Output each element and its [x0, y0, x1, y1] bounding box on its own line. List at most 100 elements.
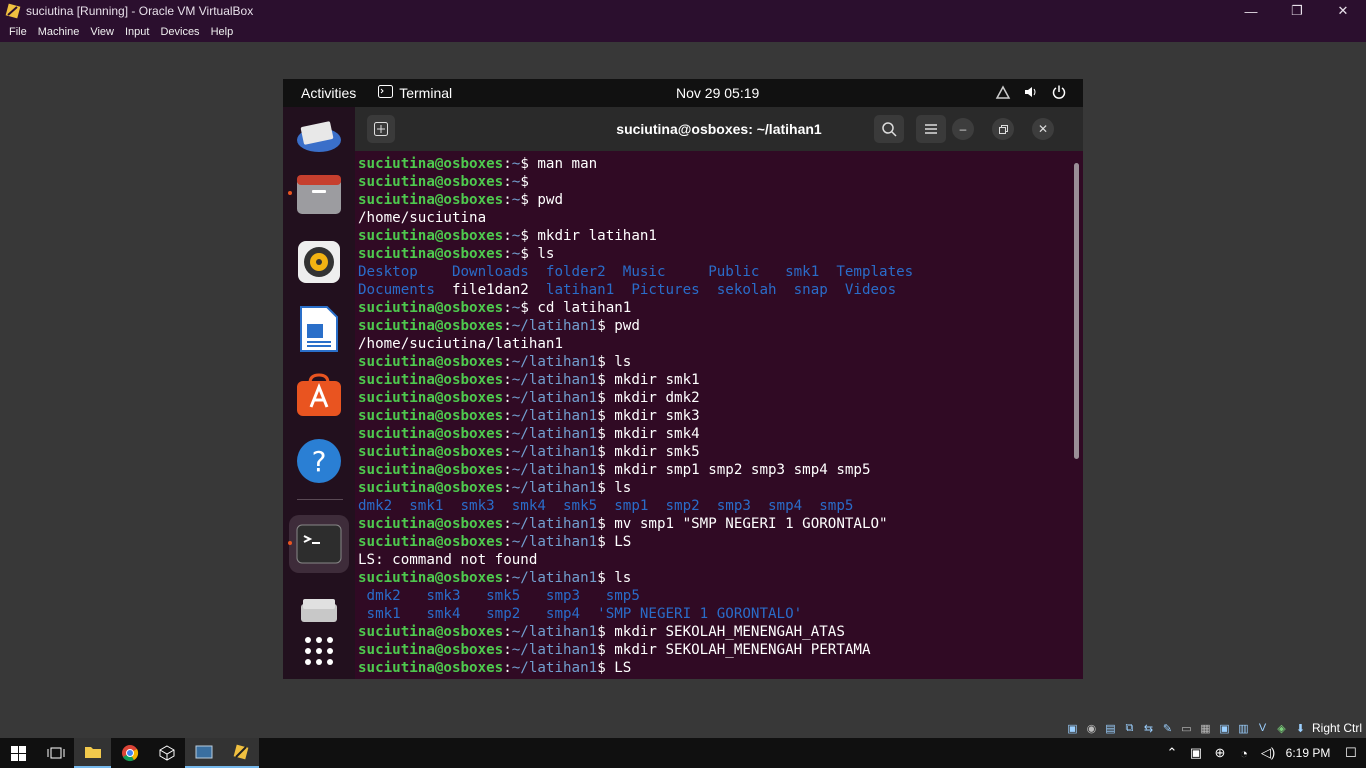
- terminal-window[interactable]: suciutina@osboxes: ~/latihan1 – ✕ suciut…: [355, 107, 1083, 679]
- menu-devices[interactable]: Devices: [155, 26, 204, 38]
- vm-window-icon[interactable]: [185, 738, 222, 768]
- activities-button[interactable]: Activities: [301, 85, 356, 101]
- terminal-text: $ LS: [597, 660, 632, 676]
- optical-drive-icon[interactable]: ◉: [1084, 721, 1099, 736]
- terminal-small-icon: [378, 85, 394, 101]
- help-icon[interactable]: ?: [295, 437, 343, 485]
- close-button[interactable]: ✕: [1320, 0, 1366, 22]
- terminal-text: :: [503, 246, 512, 262]
- 3d-app-icon[interactable]: [148, 738, 185, 768]
- terminal-line: suciutina@osboxes:~$: [358, 173, 1070, 191]
- chevron-up-icon[interactable]: ⌃: [1160, 745, 1184, 761]
- windows-tray: ⌃ ▣ ⊕ ◔ ◁) 6:19 PM ☐: [1160, 738, 1366, 768]
- terminal-maximize-button[interactable]: [992, 118, 1014, 140]
- prompt-user: suciutina@osboxes: [358, 624, 504, 640]
- terminal-text: LS: command not found: [358, 552, 538, 568]
- new-tab-button[interactable]: [367, 115, 395, 143]
- files-icon[interactable]: [295, 171, 343, 219]
- keyboard-capture-icon[interactable]: ⬇: [1293, 721, 1308, 736]
- terminal-line: suciutina@osboxes:~/latihan1$ mkdir SEKO…: [358, 623, 1070, 641]
- vbox-statusbar: ▣ ◉ ▤ ⧉ ⇆ ✎ ▭ ▦ ▣ ▥ V ◈ ⬇ Right Ctrl: [0, 718, 1366, 738]
- vt-x-icon[interactable]: V: [1255, 721, 1270, 736]
- terminal-output[interactable]: suciutina@osboxes:~$ man man suciutina@os…: [358, 155, 1070, 679]
- directory-listing: Documents: [358, 282, 452, 298]
- thunderbird-icon[interactable]: [295, 113, 343, 161]
- prompt-path: ~/latihan1: [511, 462, 598, 478]
- display-icon[interactable]: ▭: [1179, 721, 1194, 736]
- prompt-user: suciutina@osboxes: [358, 246, 504, 262]
- wifi-tray-icon[interactable]: ◔: [1232, 746, 1256, 761]
- search-button[interactable]: [874, 115, 904, 143]
- terminal-line: suciutina@osboxes:~$ man man: [358, 155, 1070, 173]
- clock[interactable]: Nov 29 05:19: [676, 85, 759, 101]
- virtualbox-taskbar-icon[interactable]: [222, 738, 259, 768]
- rhythmbox-icon[interactable]: [295, 238, 343, 286]
- network-adapter-icon[interactable]: ⧉: [1122, 721, 1137, 736]
- prompt-path: ~/latihan1: [511, 660, 598, 676]
- terminal-text: $ ls: [597, 354, 632, 370]
- prompt-user: suciutina@osboxes: [358, 480, 504, 496]
- terminal-text: $ mkdir dmk2: [597, 390, 700, 406]
- terminal-line: /home/suciutina/latihan1: [358, 335, 1070, 353]
- terminal-scrollbar[interactable]: [1074, 163, 1079, 459]
- terminal-minimize-button[interactable]: –: [952, 118, 974, 140]
- terminal-text: :: [503, 462, 512, 478]
- menu-view[interactable]: View: [85, 26, 119, 38]
- task-view-icon[interactable]: [37, 738, 74, 768]
- libreoffice-writer-icon[interactable]: [295, 305, 343, 353]
- terminal-close-button[interactable]: ✕: [1032, 118, 1054, 140]
- taskbar-clock[interactable]: 6:19 PM: [1280, 746, 1336, 760]
- terminal-line: /home/suciutina: [358, 209, 1070, 227]
- terminal-icon[interactable]: [289, 515, 349, 573]
- meet-icon[interactable]: ▣: [1184, 745, 1208, 761]
- terminal-text: :: [503, 300, 512, 316]
- terminal-text: $ mv smp1 "SMP NEGERI 1 GORONTALO": [597, 516, 888, 532]
- terminal-text: :: [503, 534, 512, 550]
- video-capture-icon[interactable]: ▣: [1217, 721, 1232, 736]
- usb-icon[interactable]: ⇆: [1141, 721, 1156, 736]
- speaker-tray-icon[interactable]: ◁): [1256, 745, 1280, 761]
- terminal-line: suciutina@osboxes:~/latihan1$ ls: [358, 353, 1070, 371]
- restore-button[interactable]: ❐: [1274, 0, 1320, 22]
- audio-icon[interactable]: ▤: [1103, 721, 1118, 736]
- windows-start-icon[interactable]: [0, 738, 37, 768]
- menu-file[interactable]: File: [4, 26, 32, 38]
- ubuntu-software-icon[interactable]: [295, 371, 343, 419]
- network-icon: [995, 84, 1011, 103]
- minimize-button[interactable]: —: [1228, 0, 1274, 22]
- terminal-line: suciutina@osboxes:~/latihan1$ mkdir SEKO…: [358, 641, 1070, 659]
- cpu-icon[interactable]: ▥: [1236, 721, 1251, 736]
- mouse-integration-icon[interactable]: ◈: [1274, 721, 1289, 736]
- gnome-topbar: Activities Terminal Nov 29 05:19: [283, 79, 1083, 107]
- prompt-path: ~/latihan1: [511, 516, 598, 532]
- terminal-text: $ mkdir smk5: [597, 444, 700, 460]
- menu-input[interactable]: Input: [120, 26, 154, 38]
- hard-disk-icon[interactable]: ▣: [1065, 721, 1080, 736]
- prompt-user: suciutina@osboxes: [358, 570, 504, 586]
- prompt-path: ~/latihan1: [511, 408, 598, 424]
- directory-listing: latihan1 Pictures sekolah snap Videos: [528, 282, 897, 298]
- menu-help[interactable]: Help: [206, 26, 239, 38]
- terminal-text: :: [503, 426, 512, 442]
- terminal-text: $ ls: [597, 570, 632, 586]
- notifications-icon[interactable]: ☐: [1336, 745, 1366, 761]
- system-tray[interactable]: [995, 84, 1067, 103]
- terminal-text: $ mkdir latihan1: [520, 228, 657, 244]
- host-key-label: Right Ctrl: [1311, 721, 1362, 735]
- hamburger-menu-button[interactable]: [916, 115, 946, 143]
- recording-icon[interactable]: ▦: [1198, 721, 1213, 736]
- terminal-text: :: [503, 660, 512, 676]
- guest-screen[interactable]: Activities Terminal Nov 29 05:19 ? suciu…: [283, 79, 1083, 679]
- terminal-text: :: [503, 192, 512, 208]
- show-apps-icon[interactable]: [295, 627, 343, 675]
- terminal-line: suciutina@osboxes:~/latihan1$ LS: [358, 533, 1070, 551]
- chrome-icon[interactable]: [111, 738, 148, 768]
- prompt-path: ~/latihan1: [511, 426, 598, 442]
- prompt-user: suciutina@osboxes: [358, 426, 504, 442]
- menu-machine[interactable]: Machine: [33, 26, 85, 38]
- network-tray-icon[interactable]: ⊕: [1208, 745, 1232, 761]
- file-explorer-icon[interactable]: [74, 738, 111, 768]
- shared-folders-icon[interactable]: ✎: [1160, 721, 1175, 736]
- app-menu[interactable]: Terminal: [378, 85, 452, 101]
- menu-icon: [925, 124, 937, 134]
